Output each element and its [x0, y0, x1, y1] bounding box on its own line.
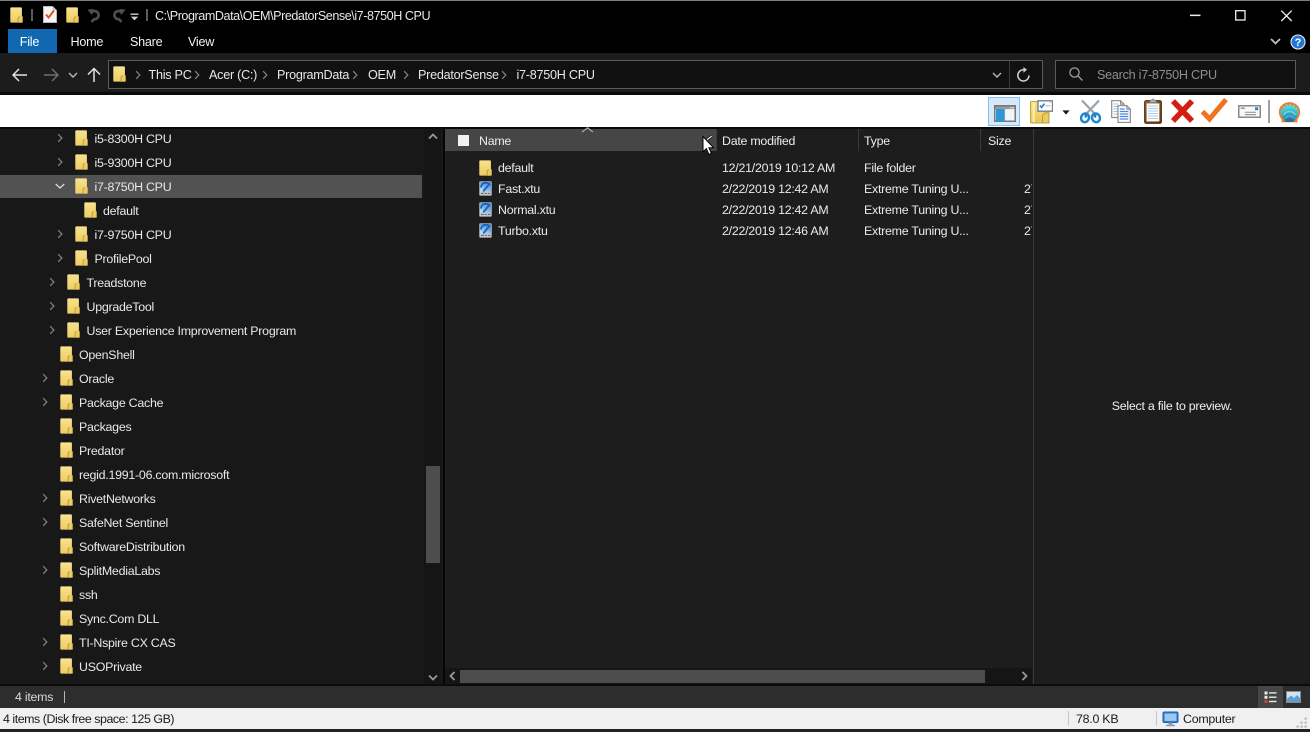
svg-text:?: ? [1295, 37, 1302, 49]
